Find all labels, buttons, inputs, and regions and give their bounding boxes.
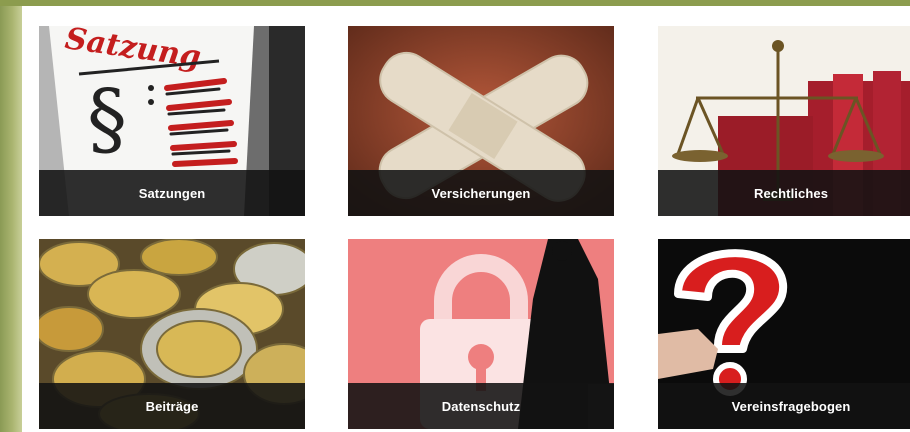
tile-caption: Versicherungen [348,170,614,216]
tile-caption: Datenschutz [348,383,614,429]
paragraph-sign-icon: § [87,72,127,165]
tile-caption: Vereinsfragebogen [658,383,910,429]
tile-caption: Rechtliches [658,170,910,216]
tile-versicherungen[interactable]: Versicherungen [348,26,614,216]
tile-datenschutz[interactable]: Datenschutz [348,239,614,429]
tile-rechtliches[interactable]: Rechtliches [658,26,910,216]
tile-beitraege[interactable]: Beiträge [39,239,305,429]
tile-vereinsfragebogen[interactable]: Vereinsfragebogen [658,239,910,429]
tile-satzungen[interactable]: Satzung § Satzungen [39,26,305,216]
tile-caption: Beiträge [39,383,305,429]
tile-caption: Satzungen [39,170,305,216]
